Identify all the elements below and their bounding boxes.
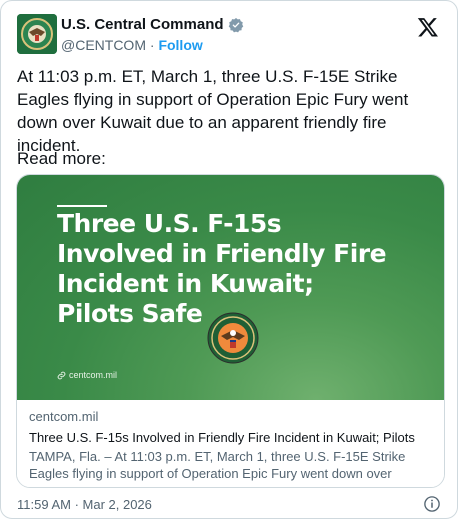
- display-name-text[interactable]: U.S. Central Command: [61, 16, 224, 34]
- link-preview-image[interactable]: Three U.S. F-15s Involved in Friendly Fi…: [17, 175, 444, 400]
- read-more-text: Read more:: [17, 149, 106, 168]
- image-headline: Three U.S. F-15s Involved in Friendly Fi…: [57, 209, 387, 328]
- link-preview-card[interactable]: Three U.S. F-15s Involved in Friendly Fi…: [16, 174, 445, 488]
- centcom-seal-icon: [207, 312, 259, 364]
- image-domain: centcom.mil: [57, 370, 117, 380]
- post-timestamp[interactable]: 11:59 AM · Mar 2, 2026: [17, 497, 152, 512]
- link-description: TAMPA, Fla. – At 11:03 p.m. ET, March 1,…: [29, 449, 406, 481]
- post-card: U.S. Central Command @CENTCOM · Follow A…: [0, 0, 458, 519]
- link-icon: [57, 371, 66, 379]
- image-domain-text: centcom.mil: [69, 370, 118, 380]
- link-title[interactable]: Three U.S. F-15s Involved in Friendly Fi…: [29, 429, 432, 446]
- follow-button[interactable]: Follow: [158, 37, 202, 53]
- handle[interactable]: @CENTCOM: [61, 37, 146, 53]
- centcom-avatar-icon[interactable]: [17, 14, 57, 54]
- account-names: U.S. Central Command @CENTCOM · Follow: [61, 16, 244, 54]
- x-logo-icon[interactable]: [417, 16, 439, 38]
- info-icon[interactable]: [423, 495, 441, 513]
- verified-badge-icon: [228, 18, 243, 33]
- post-text: At 11:03 p.m. ET, March 1, three U.S. F-…: [17, 67, 409, 155]
- link-meta[interactable]: centcom.mil Three U.S. F-15s Involved in…: [17, 400, 444, 487]
- title-rule: [57, 205, 107, 207]
- display-name[interactable]: U.S. Central Command: [61, 16, 244, 34]
- link-domain: centcom.mil: [29, 409, 99, 424]
- post-header: U.S. Central Command @CENTCOM · Follow: [17, 14, 443, 56]
- separator: ·: [145, 37, 159, 53]
- handle-row: @CENTCOM · Follow: [61, 36, 244, 54]
